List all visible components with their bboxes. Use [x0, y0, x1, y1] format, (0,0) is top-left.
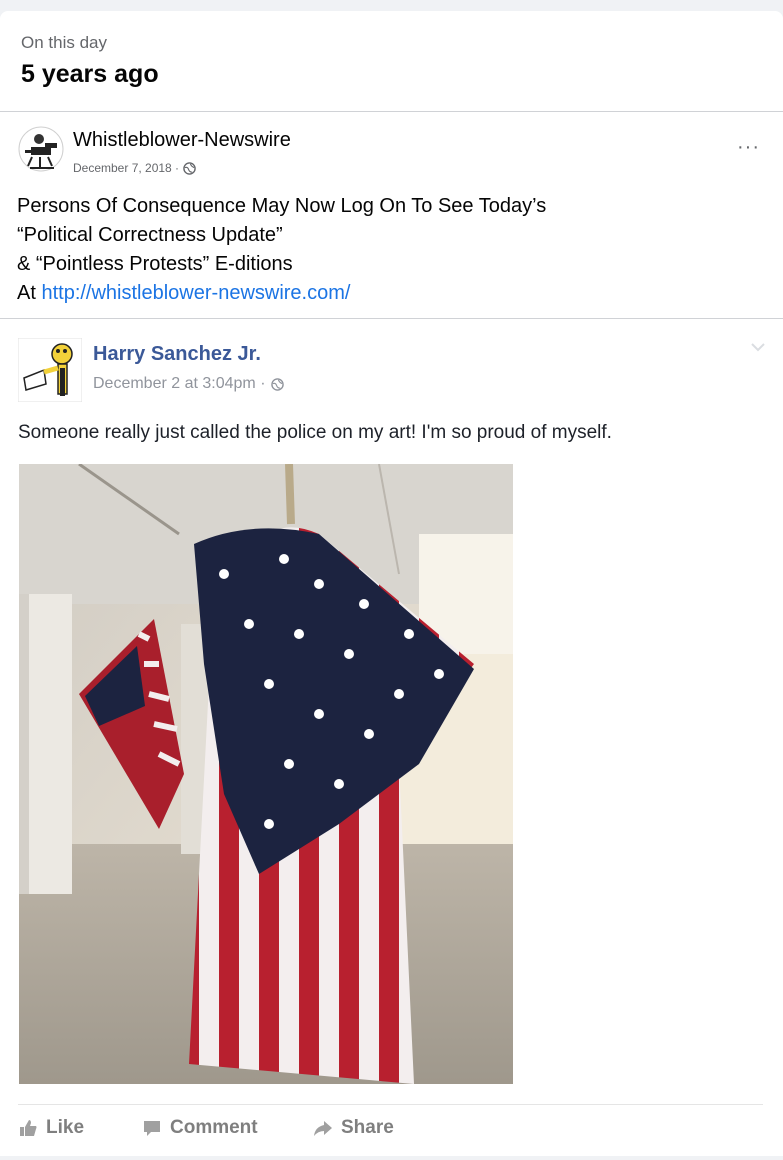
post-photo[interactable] [19, 464, 513, 1084]
shared-post-text: Someone really just called the police on… [18, 422, 612, 443]
thumbs-up-icon [20, 1120, 37, 1136]
post-link[interactable]: http://whistleblower-newswire.com/ [41, 282, 350, 304]
post-link-line: At http://whistleblower-newswire.com/ [17, 279, 546, 308]
post-line: & “Pointless Protests” E-ditions [17, 253, 293, 275]
comment-label: Comment [170, 1117, 258, 1138]
post-body: Persons Of Consequence May Now Log On To… [17, 192, 546, 308]
globe-icon [270, 377, 284, 391]
like-label: Like [46, 1117, 85, 1138]
memory-label: On this day [21, 33, 107, 52]
shared-timestamp[interactable]: December 2 at 3:04pm · [93, 375, 284, 393]
globe-icon [183, 161, 196, 175]
chevron-down-icon[interactable] [749, 338, 767, 356]
memory-title: 5 years ago [21, 60, 159, 88]
more-options-icon[interactable]: ··· [737, 136, 760, 159]
post-line: “Political Correctness Update” [17, 224, 283, 246]
divider [0, 111, 783, 112]
post-line: Persons Of Consequence May Now Log On To… [17, 195, 547, 217]
share-label: Share [341, 1117, 394, 1138]
post-timestamp[interactable]: December 7, 2018 · [73, 161, 196, 175]
page-avatar[interactable] [18, 126, 64, 172]
post-date-text: December 7, 2018 · [73, 161, 180, 175]
action-divider [18, 1104, 763, 1105]
share-button[interactable]: Share [313, 1117, 394, 1139]
link-prefix: At [17, 282, 42, 304]
page-name[interactable]: Whistleblower-Newswire [73, 129, 291, 152]
divider [0, 318, 783, 319]
shared-author-name[interactable]: Harry Sanchez Jr. [93, 343, 261, 366]
share-arrow-icon [314, 1121, 332, 1136]
comment-icon [144, 1121, 160, 1136]
author-avatar[interactable] [18, 338, 82, 402]
shared-date-text: December 2 at 3:04pm · [93, 375, 266, 392]
like-button[interactable]: Like [18, 1117, 84, 1139]
comment-button[interactable]: Comment [142, 1117, 258, 1139]
